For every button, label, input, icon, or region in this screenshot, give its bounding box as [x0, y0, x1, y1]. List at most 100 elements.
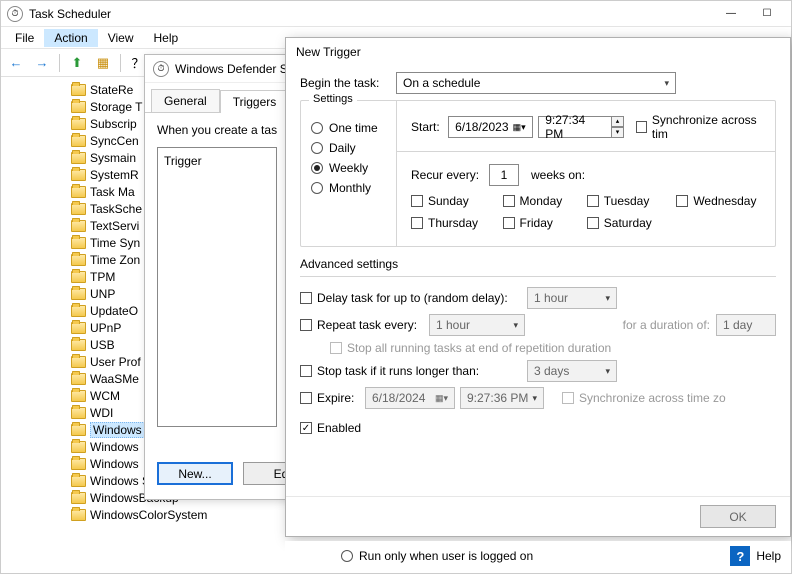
- run-logged-label: Run only when user is logged on: [359, 549, 533, 563]
- new-trigger-body: Begin the task: On a schedule ▾ Settings…: [286, 66, 790, 496]
- tree-item-label: SystemR: [90, 168, 139, 182]
- folder-icon: [71, 339, 86, 351]
- maximize-button[interactable]: ☐: [749, 3, 785, 25]
- cb-wednesday[interactable]: [676, 195, 688, 207]
- forward-button[interactable]: →: [31, 52, 53, 74]
- trigger-list[interactable]: Trigger: [157, 147, 277, 427]
- clock-icon: ⏱: [153, 61, 169, 77]
- tab-triggers[interactable]: Triggers: [220, 90, 290, 113]
- folder-icon: [71, 475, 86, 487]
- radio-weekly[interactable]: [311, 162, 323, 174]
- days-grid: Sunday Monday Tuesday Wednesday Thursday…: [411, 194, 767, 230]
- radio-one-time[interactable]: [311, 122, 323, 134]
- begin-task-label: Begin the task:: [300, 76, 396, 90]
- start-time-input[interactable]: 9:27:34 PM: [538, 116, 611, 138]
- cb-tuesday[interactable]: [587, 195, 599, 207]
- tree-item-label: USB: [90, 338, 115, 352]
- cb-enabled[interactable]: [300, 422, 312, 434]
- stop-end-label: Stop all running tasks at end of repetit…: [347, 341, 611, 355]
- menu-file[interactable]: File: [5, 29, 44, 47]
- enabled-label: Enabled: [317, 421, 361, 435]
- start-label: Start:: [411, 120, 448, 134]
- cb-saturday[interactable]: [587, 217, 599, 229]
- folder-icon: [71, 390, 86, 402]
- cb-expire[interactable]: [300, 392, 312, 404]
- begin-task-value: On a schedule: [403, 76, 480, 90]
- schedule-settings-group: Settings One time Daily Weekly Monthly S…: [300, 100, 776, 247]
- cb-stop-longer[interactable]: [300, 365, 312, 377]
- cb-thursday[interactable]: [411, 217, 423, 229]
- folder-icon: [71, 305, 86, 317]
- folder-icon: [71, 288, 86, 300]
- tree-item-label: StateRe: [90, 83, 133, 97]
- folder-icon: [71, 407, 86, 419]
- delay-label: Delay task for up to (random delay):: [317, 291, 527, 305]
- cb-sunday[interactable]: [411, 195, 423, 207]
- folder-icon: [71, 254, 86, 266]
- folder-icon: [71, 203, 86, 215]
- begin-task-dropdown[interactable]: On a schedule ▾: [396, 72, 676, 94]
- radio-run-logged-on[interactable]: [341, 550, 353, 562]
- radio-daily[interactable]: [311, 142, 323, 154]
- menu-action[interactable]: Action: [44, 29, 97, 47]
- tree-item-label: Windows: [90, 422, 145, 438]
- folder-icon: [71, 237, 86, 249]
- bottom-strip: Run only when user is logged on ? Help: [285, 541, 791, 571]
- tree-item-label: UPnP: [90, 321, 121, 335]
- tree-item-label: SyncCen: [90, 134, 139, 148]
- tree-item-label: UpdateO: [90, 304, 138, 318]
- tree-item[interactable]: WindowsColorSystem: [71, 506, 261, 523]
- delay-combo[interactable]: 1 hour▾: [527, 287, 617, 309]
- duration-combo[interactable]: 1 day: [716, 314, 776, 336]
- minimize-button[interactable]: —: [713, 3, 749, 25]
- tree-item-label: Task Ma: [90, 185, 135, 199]
- up-button[interactable]: ⬆: [66, 52, 88, 74]
- tree-item-label: Sysmain: [90, 151, 136, 165]
- tree-item-label: User Prof: [90, 355, 141, 369]
- recur-suffix: weeks on:: [531, 168, 585, 182]
- expire-time-input[interactable]: 9:27:36 PM▾: [460, 387, 544, 409]
- schedule-column: Start: 6/18/2023▦▾ 9:27:34 PM ▴▾ Synchro…: [397, 101, 775, 246]
- cb-monday[interactable]: [503, 195, 515, 207]
- duration-label: for a duration of:: [623, 318, 710, 332]
- props-title-text: Windows Defender Sc: [175, 62, 294, 76]
- new-trigger-title: New Trigger: [286, 38, 790, 66]
- cb-friday[interactable]: [503, 217, 515, 229]
- ok-button[interactable]: OK: [700, 505, 776, 528]
- folder-icon: [71, 84, 86, 96]
- properties-button[interactable]: ▦: [92, 52, 114, 74]
- folder-icon: [71, 373, 86, 385]
- menu-help[interactable]: Help: [144, 29, 189, 47]
- tree-item-label: Windows: [90, 440, 139, 454]
- cb-repeat[interactable]: [300, 319, 312, 331]
- tab-general[interactable]: General: [151, 89, 220, 112]
- menu-view[interactable]: View: [98, 29, 144, 47]
- folder-icon: [71, 169, 86, 181]
- stop-longer-combo[interactable]: 3 days▾: [527, 360, 617, 382]
- sync-tz-checkbox[interactable]: [636, 121, 647, 133]
- start-date-input[interactable]: 6/18/2023▦▾: [448, 116, 533, 138]
- cb-delay[interactable]: [300, 292, 312, 304]
- help-icon[interactable]: ?: [730, 546, 750, 566]
- window-controls: — ☐: [713, 3, 785, 25]
- tree-item-label: WaaSMe: [90, 372, 139, 386]
- time-spinner[interactable]: ▴▾: [611, 116, 625, 138]
- tree-item-label: Subscrip: [90, 117, 137, 131]
- folder-icon: [71, 424, 86, 436]
- help-label[interactable]: Help: [756, 549, 781, 563]
- folder-icon: [71, 322, 86, 334]
- back-button[interactable]: ←: [5, 52, 27, 74]
- folder-icon: [71, 220, 86, 232]
- new-trigger-button[interactable]: New...: [157, 462, 233, 485]
- tree-item-label: WCM: [90, 389, 120, 403]
- repeat-combo[interactable]: 1 hour▾: [429, 314, 525, 336]
- tree-item-label: UNP: [90, 287, 115, 301]
- recur-input[interactable]: 1: [489, 164, 519, 186]
- folder-icon: [71, 458, 86, 470]
- chevron-down-icon: ▾: [664, 78, 669, 89]
- folder-icon: [71, 101, 86, 113]
- expire-sync-label: Synchronize across time zo: [579, 391, 726, 405]
- radio-monthly[interactable]: [311, 182, 323, 194]
- folder-icon: [71, 152, 86, 164]
- expire-date-input[interactable]: 6/18/2024▦▾: [365, 387, 455, 409]
